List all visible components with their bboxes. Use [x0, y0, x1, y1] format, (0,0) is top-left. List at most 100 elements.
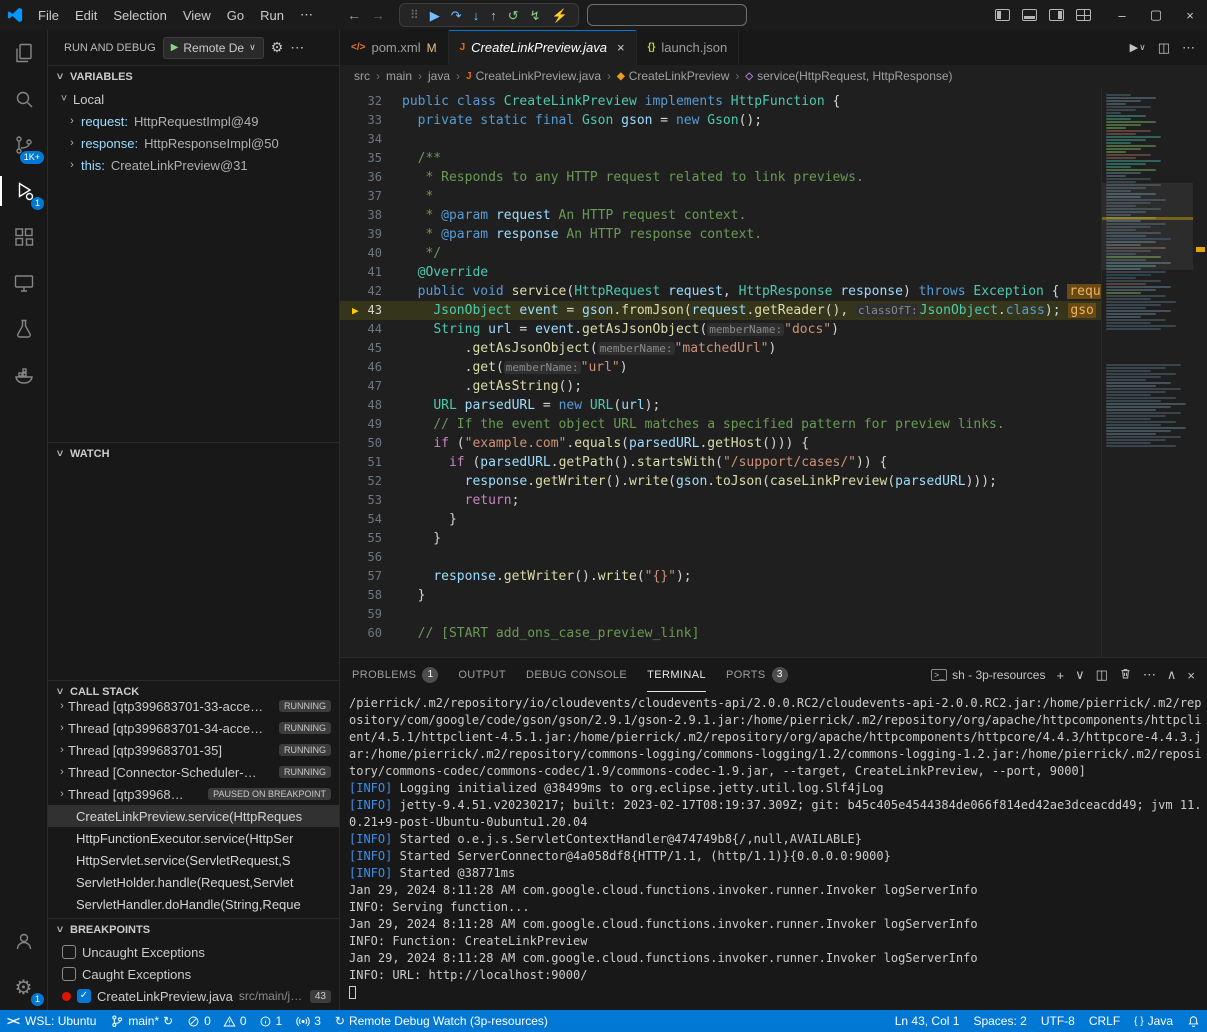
panel-tab-terminal[interactable]: TERMINAL [647, 658, 706, 692]
breadcrumb-segment[interactable]: java [428, 69, 450, 83]
editor-tab[interactable]: JCreateLinkPreview.java× [449, 30, 637, 65]
close-icon[interactable]: × [617, 40, 625, 55]
code-editor[interactable]: 32public class CreateLinkPreview impleme… [340, 87, 1207, 657]
line-number[interactable]: 52 [368, 472, 382, 491]
remote-explorer-icon[interactable] [0, 260, 47, 306]
thread-row[interactable]: ›Thread [qtp399683701-35]RUNNING [48, 739, 339, 761]
line-number[interactable]: 56 [368, 548, 382, 567]
stack-frame-row[interactable]: CreateLinkPreview.service(HttpReques [48, 805, 339, 827]
run-debug-icon[interactable]: 1 [0, 168, 47, 214]
line-number[interactable]: 42 [368, 282, 382, 301]
breadcrumb-segment[interactable]: JCreateLinkPreview.java [466, 69, 601, 83]
line-number[interactable]: 34 [368, 130, 382, 149]
close-panel-icon[interactable]: × [1187, 668, 1195, 683]
search-input[interactable] [587, 4, 747, 26]
menu-more[interactable]: ⋯ [292, 7, 321, 23]
line-number[interactable]: 54 [368, 510, 382, 529]
forwarded-ports-item[interactable]: 3 [289, 1010, 328, 1032]
breakpoints-header[interactable]: ˅ BREAKPOINTS [48, 919, 339, 941]
problems-item[interactable]: 0 0 1 [180, 1010, 289, 1032]
line-number[interactable]: 39 [368, 225, 382, 244]
line-number[interactable]: 44 [368, 320, 382, 339]
breadcrumb-segment[interactable]: ◆CreateLinkPreview [617, 69, 729, 83]
line-number[interactable]: 60 [368, 624, 382, 643]
line-number[interactable]: 36 [368, 168, 382, 187]
terminal-output[interactable]: /pierrick/.m2/repository/io/cloudevents/… [340, 692, 1207, 1010]
line-number[interactable]: 40 [368, 244, 382, 263]
customize-layout-icon[interactable] [1076, 9, 1091, 21]
code-line[interactable]: 41 @Override [340, 263, 1207, 282]
eol-sequence[interactable]: CRLF [1082, 1010, 1127, 1032]
stack-frame-row[interactable]: ServletHolder.handle(Request,Servlet [48, 871, 339, 893]
line-number[interactable]: 55 [368, 529, 382, 548]
explorer-icon[interactable] [0, 30, 47, 76]
breakpoint-checkbox[interactable] [62, 967, 76, 981]
code-line[interactable]: 48 URL parsedURL = new URL(url); [340, 396, 1207, 415]
stack-frame-row[interactable]: ServletHandler.doHandle(String,Reque [48, 893, 339, 915]
line-number[interactable]: 48 [368, 396, 382, 415]
breadcrumb-segment[interactable]: src [354, 69, 370, 83]
cursor-position[interactable]: Ln 43, Col 1 [888, 1010, 967, 1032]
code-line[interactable]: 45 .getAsJsonObject(memberName:"matchedU… [340, 339, 1207, 358]
line-number[interactable]: 58 [368, 586, 382, 605]
minimap[interactable] [1101, 87, 1193, 657]
code-line[interactable]: 51 if (parsedURL.getPath().startsWith("/… [340, 453, 1207, 472]
maximize-panel-icon[interactable]: ∧ [1167, 667, 1177, 683]
panel-tab-output[interactable]: OUTPUT [458, 658, 506, 692]
step-into-icon[interactable]: ↓ [473, 9, 480, 22]
line-number[interactable]: 32 [368, 92, 382, 111]
code-line[interactable]: ▶43 JsonObject event = gson.fromJson(req… [340, 301, 1207, 320]
indentation[interactable]: Spaces: 2 [966, 1010, 1033, 1032]
line-number[interactable]: 51 [368, 453, 382, 472]
toggle-secondary-sidebar-icon[interactable] [1049, 9, 1064, 21]
editor-more-icon[interactable]: ⋯ [1182, 40, 1195, 56]
twistie-icon[interactable]: › [56, 722, 68, 734]
hot-code-replace-icon[interactable]: ⚡ [552, 9, 568, 22]
branch-item[interactable]: main* ↻ [103, 1010, 180, 1032]
code-line[interactable]: 57 response.getWriter().write("{}"); [340, 567, 1207, 586]
menu-selection[interactable]: Selection [105, 8, 174, 23]
code-line[interactable]: 54 } [340, 510, 1207, 529]
line-number[interactable]: 45 [368, 339, 382, 358]
source-control-icon[interactable]: 1K+ [0, 122, 47, 168]
code-line[interactable]: 60 // [START add_ons_case_preview_link] [340, 624, 1207, 643]
variable-row[interactable]: ›this:CreateLinkPreview@31 [48, 154, 339, 176]
accounts-icon[interactable] [0, 918, 47, 964]
breakpoint-row[interactable]: Caught Exceptions [48, 963, 339, 985]
breadcrumb-segment[interactable]: main [386, 69, 412, 83]
run-java-button[interactable]: ▶∨ [1130, 41, 1146, 54]
maximize-button[interactable]: ▢ [1139, 0, 1173, 30]
code-line[interactable]: 42 public void service(HttpRequest reque… [340, 282, 1207, 301]
line-number[interactable]: 41 [368, 263, 382, 282]
twistie-icon[interactable]: › [56, 788, 68, 800]
twistie-icon[interactable]: › [56, 766, 68, 778]
code-line[interactable]: 58 } [340, 586, 1207, 605]
line-number[interactable]: 50 [368, 434, 382, 453]
code-line[interactable]: 40 */ [340, 244, 1207, 263]
code-line[interactable]: 38 * @param request An HTTP request cont… [340, 206, 1207, 225]
code-line[interactable]: 55 } [340, 529, 1207, 548]
launch-config-picker[interactable]: ▶ Remote De ∨ [163, 37, 264, 59]
task-status-item[interactable]: ↻ Remote Debug Watch (3p-resources) [328, 1010, 555, 1032]
line-number[interactable]: 38 [368, 206, 382, 225]
watch-header[interactable]: ˅ WATCH [48, 443, 339, 465]
thread-row[interactable]: ›Thread [qtp399683701-33-acce…RUNNING [48, 695, 339, 717]
forward-icon[interactable]: → [371, 7, 385, 23]
line-number[interactable]: 43 [368, 301, 382, 320]
editor-tab[interactable]: </>pom.xmlM [340, 30, 449, 65]
line-number[interactable]: 57 [368, 567, 382, 586]
extensions-icon[interactable] [0, 214, 47, 260]
code-line[interactable]: 53 return; [340, 491, 1207, 510]
restart-icon[interactable]: ↺ [508, 9, 519, 22]
encoding[interactable]: UTF-8 [1034, 1010, 1082, 1032]
code-line[interactable]: 39 * @param response An HTTP response co… [340, 225, 1207, 244]
editor-tab[interactable]: {}launch.json [637, 30, 740, 65]
views-more-icon[interactable]: ⋯ [290, 39, 304, 56]
variable-row[interactable]: ›request:HttpRequestImpl@49 [48, 110, 339, 132]
code-line[interactable]: 33 private static final Gson gson = new … [340, 111, 1207, 130]
toggle-sidebar-icon[interactable] [995, 9, 1010, 21]
twistie-icon[interactable]: › [56, 700, 68, 712]
breakpoint-checkbox[interactable] [62, 945, 76, 959]
terminal-instance[interactable]: >_ sh - 3p-resources [931, 668, 1046, 682]
minimap-slider[interactable] [1102, 183, 1193, 270]
